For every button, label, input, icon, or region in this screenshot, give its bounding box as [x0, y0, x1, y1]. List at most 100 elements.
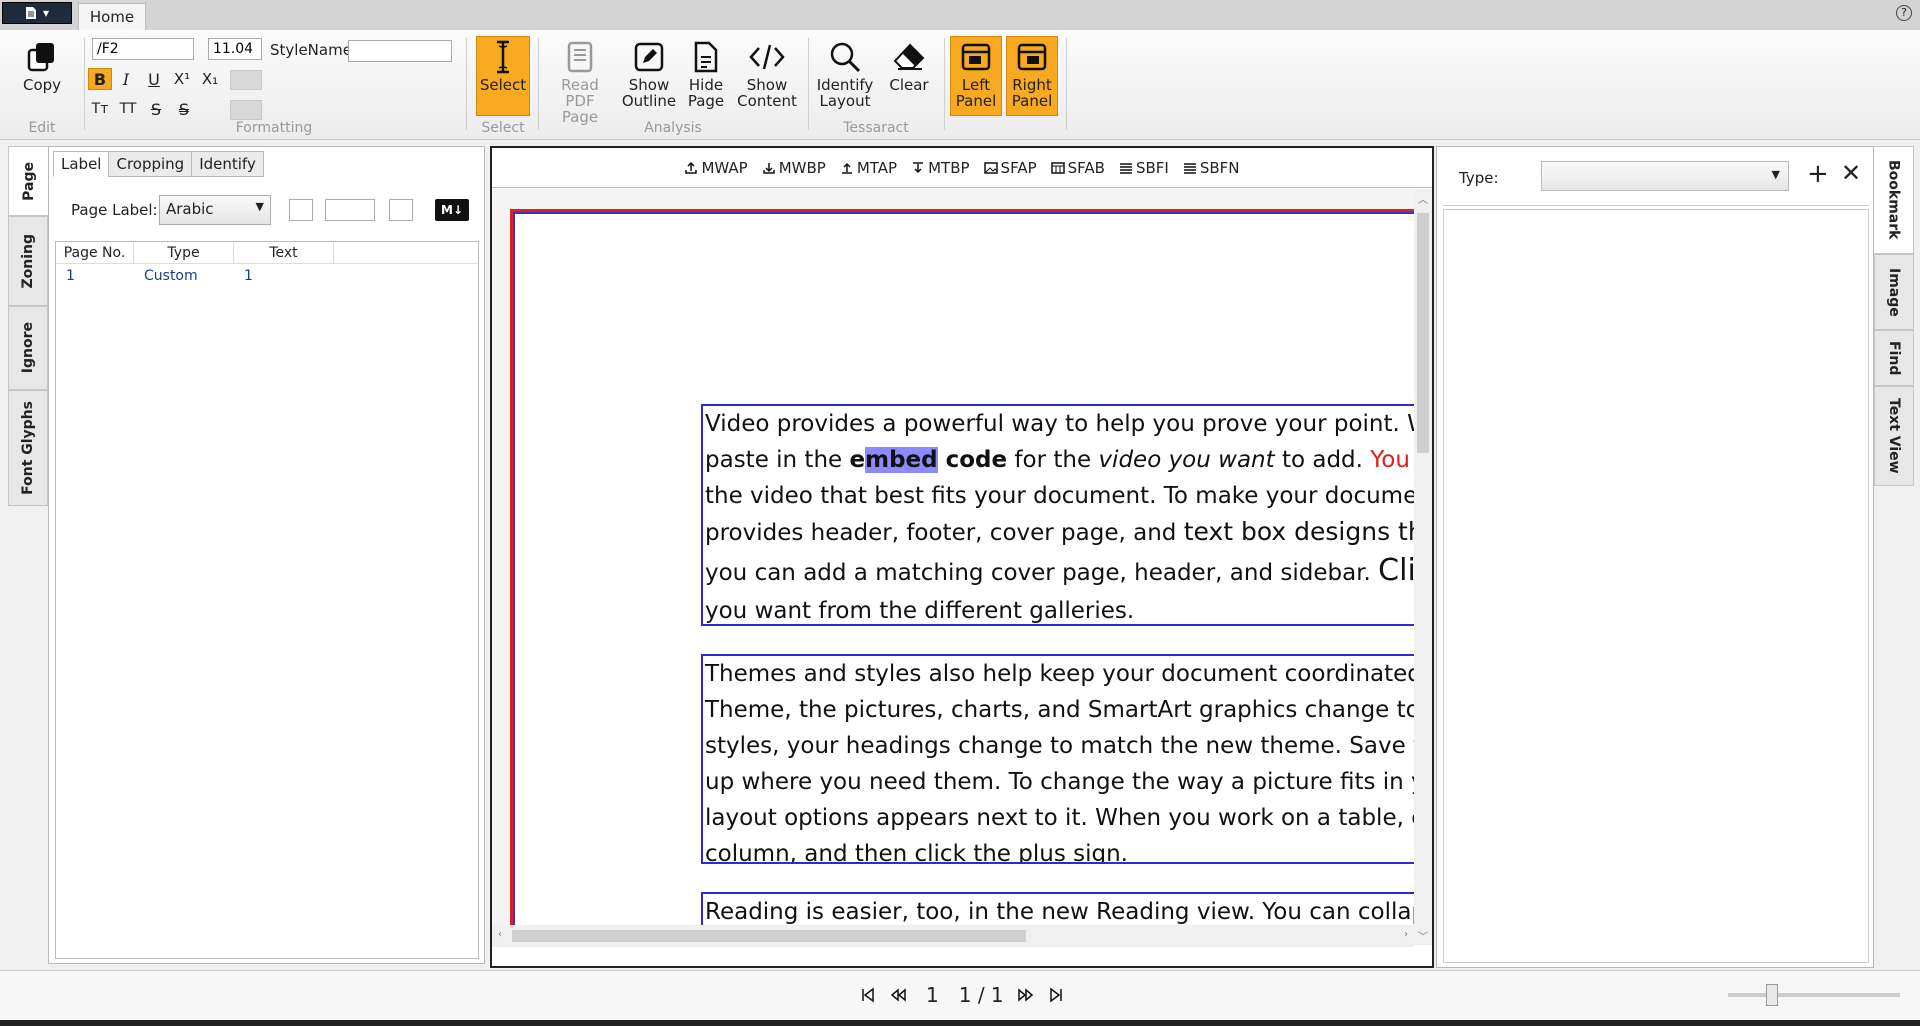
- scroll-up-icon[interactable]: ︿: [1418, 191, 1428, 206]
- text-block[interactable]: Themes and styles also help keep your do…: [701, 654, 1414, 864]
- text-run-bold: code: [937, 447, 1008, 473]
- small-caps-button[interactable]: Tт: [88, 98, 112, 120]
- scroll-right-icon[interactable]: ›: [1404, 929, 1408, 940]
- eraser-icon: [893, 43, 925, 70]
- highlight-swatch-disabled: [230, 100, 262, 120]
- sfab-button[interactable]: SFAB: [1050, 159, 1105, 177]
- vtab-font-glyphs[interactable]: Font Glyphs: [8, 390, 48, 506]
- right-panel-button[interactable]: Right Panel: [1006, 36, 1058, 116]
- page-icon: [694, 41, 718, 73]
- zoom-slider-thumb[interactable]: [1766, 984, 1778, 1006]
- current-page-input[interactable]: 1: [920, 983, 945, 1007]
- column-header-page-no[interactable]: Page No.: [56, 242, 134, 263]
- select-button[interactable]: Select: [476, 36, 530, 116]
- page-label-table: Page No. Type Text 1 Custom 1: [55, 241, 479, 959]
- app-menu-button[interactable]: ▾: [2, 2, 72, 24]
- font-name-input[interactable]: [92, 38, 194, 60]
- type-select[interactable]: ▼: [1541, 161, 1789, 191]
- group-label-select: Select: [481, 120, 525, 136]
- add-button[interactable]: +: [1807, 159, 1829, 189]
- sfap-button[interactable]: SFAP: [983, 159, 1037, 177]
- show-content-button[interactable]: Show Content: [734, 36, 800, 110]
- app-window: ▾ Home ? Copy Edit StyleName B I U X¹ X₁: [0, 0, 1920, 1026]
- vtab-image[interactable]: Image: [1874, 254, 1914, 330]
- show-outline-button[interactable]: Show Outline: [620, 36, 678, 110]
- start-input[interactable]: [325, 199, 375, 221]
- group-select: Select Select: [470, 34, 536, 138]
- zoom-slider[interactable]: [1728, 984, 1900, 1006]
- markdown-button[interactable]: M↓: [435, 199, 469, 221]
- mwap-label: MWAP: [701, 158, 748, 177]
- tab-home[interactable]: Home: [78, 3, 146, 30]
- all-caps-button[interactable]: TT: [116, 98, 140, 120]
- text-run-bold: e: [849, 447, 866, 473]
- clear-button[interactable]: Clear: [884, 36, 934, 94]
- tab-label[interactable]: Label: [53, 151, 110, 177]
- horizontal-scrollbar[interactable]: ‹ ›: [492, 925, 1414, 947]
- sbfn-button[interactable]: SBFN: [1183, 159, 1240, 177]
- vtab-ignore[interactable]: Ignore: [8, 306, 48, 390]
- last-page-icon[interactable]: [1048, 987, 1064, 1003]
- document-viewport[interactable]: Video provides a powerful way to help yo…: [492, 189, 1414, 945]
- double-strike-button[interactable]: S: [172, 98, 196, 120]
- vertical-scrollbar[interactable]: ︿ ﹀: [1414, 189, 1432, 945]
- scroll-left-icon[interactable]: ‹: [498, 929, 502, 940]
- page-label-select[interactable]: Arabic ▼: [159, 195, 271, 225]
- text-line: column, and then click the plus sign.: [705, 841, 1128, 864]
- column-header-text[interactable]: Text: [234, 242, 334, 263]
- group-analysis: Read PDF Page Show Outline Hide Page Sho…: [540, 34, 806, 138]
- suffix-input[interactable]: [389, 199, 413, 221]
- font-size-input[interactable]: [208, 38, 262, 60]
- horizontal-scroll-thumb[interactable]: [512, 930, 1026, 942]
- close-button[interactable]: ✕: [1841, 159, 1861, 187]
- table-row[interactable]: 1 Custom 1: [56, 264, 478, 288]
- move-down-icon: [762, 162, 775, 174]
- page-label-select-value: Arabic: [166, 200, 214, 218]
- prefix-input[interactable]: [289, 199, 313, 221]
- next-page-icon[interactable]: [1017, 987, 1034, 1003]
- vtab-bookmark[interactable]: Bookmark: [1874, 146, 1914, 254]
- vtab-zoning[interactable]: Zoning: [8, 216, 48, 306]
- hide-page-label-1: Hide: [688, 76, 724, 94]
- style-name-input[interactable]: [348, 40, 452, 62]
- mwbp-button[interactable]: MWBP: [762, 159, 826, 177]
- text-run-red: You can: [1370, 447, 1414, 473]
- scroll-down-icon[interactable]: ﹀: [1418, 928, 1428, 943]
- underline-button[interactable]: U: [142, 68, 166, 90]
- tab-identify[interactable]: Identify: [191, 151, 264, 177]
- previous-page-icon[interactable]: [890, 987, 906, 1003]
- vtab-page[interactable]: Page: [8, 146, 48, 216]
- left-panel-button[interactable]: Left Panel: [950, 36, 1002, 116]
- strikethrough-button[interactable]: S: [144, 98, 168, 120]
- subscript-button[interactable]: X₁: [198, 68, 222, 90]
- mtap-button[interactable]: MTAP: [840, 159, 897, 177]
- text-line: Themes and styles also help keep your do…: [705, 661, 1414, 687]
- read-pdf-page-button[interactable]: Read PDF Page: [544, 36, 616, 126]
- vertical-scroll-thumb[interactable]: [1417, 213, 1429, 453]
- help-button[interactable]: ?: [1896, 5, 1912, 21]
- vtab-find[interactable]: Find: [1874, 330, 1914, 386]
- bold-button[interactable]: B: [88, 68, 112, 90]
- group-panels: Left Panel Right Panel: [948, 34, 1062, 138]
- page-label-caption: Page Label:: [71, 201, 158, 219]
- hide-page-button[interactable]: Hide Page: [680, 36, 732, 110]
- text-line: provides header, footer, cover page, and…: [705, 514, 1414, 551]
- first-page-icon[interactable]: [860, 987, 876, 1003]
- superscript-button[interactable]: X¹: [170, 68, 194, 90]
- identify-layout-button[interactable]: Identify Layout: [810, 36, 880, 110]
- tab-strip: ▾ Home ?: [0, 0, 1920, 30]
- mwap-button[interactable]: MWAP: [684, 158, 748, 177]
- column-header-type[interactable]: Type: [134, 242, 234, 263]
- mtbp-button[interactable]: MTBP: [911, 159, 970, 177]
- text-run: to add.: [1274, 447, 1371, 473]
- copy-button[interactable]: Copy: [14, 36, 70, 94]
- sbfi-button[interactable]: SBFI: [1119, 159, 1169, 177]
- text-line: up where you need them. To change the wa…: [705, 769, 1414, 795]
- merge-up-icon: [841, 162, 852, 174]
- vtab-text-view[interactable]: Text View: [1874, 386, 1914, 486]
- bookmark-tree[interactable]: [1443, 209, 1869, 963]
- tab-cropping[interactable]: Cropping: [108, 151, 193, 177]
- italic-button[interactable]: I: [114, 68, 138, 90]
- text-block[interactable]: Video provides a powerful way to help yo…: [701, 404, 1414, 626]
- window-bottom-edge: [0, 1020, 1920, 1026]
